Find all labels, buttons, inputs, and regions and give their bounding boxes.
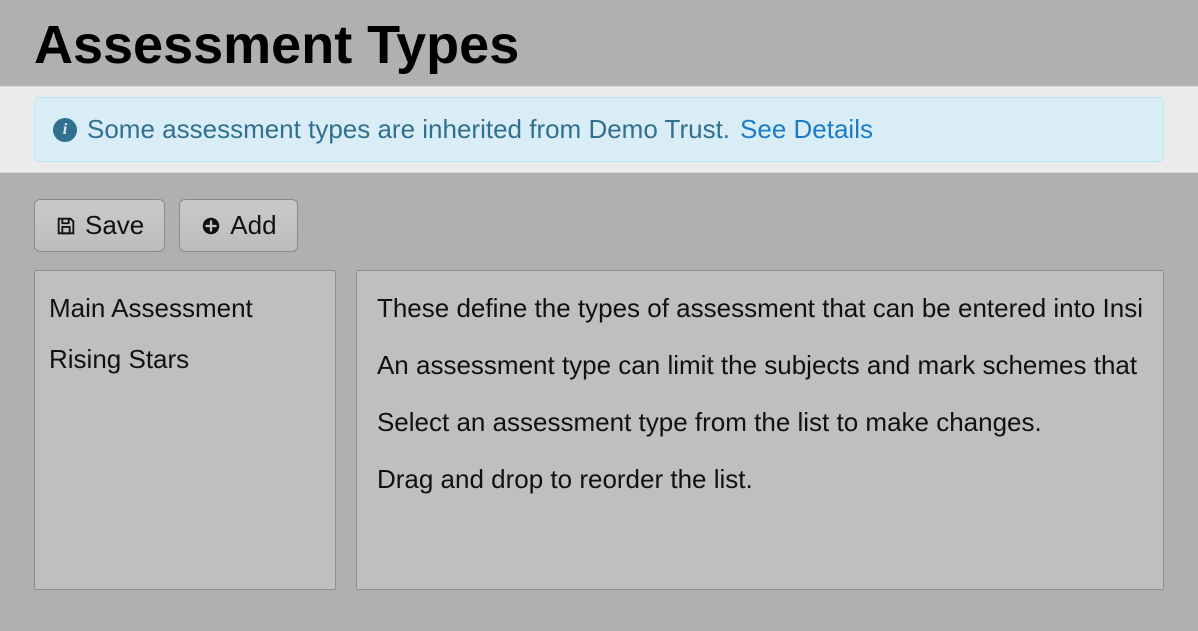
alert-region: i Some assessment types are inherited fr…: [0, 86, 1198, 173]
add-button-label: Add: [230, 210, 276, 241]
detail-text: Drag and drop to reorder the list.: [377, 464, 1143, 495]
list-item[interactable]: Main Assessment: [49, 283, 321, 334]
detail-text: These define the types of assessment tha…: [377, 293, 1143, 324]
list-item[interactable]: Rising Stars: [49, 334, 321, 385]
alert-text: Some assessment types are inherited from…: [87, 114, 730, 145]
plus-circle-icon: [200, 215, 222, 237]
content-row: Main Assessment Rising Stars These defin…: [0, 270, 1198, 590]
toolbar: Save Add: [0, 173, 1198, 270]
info-icon: i: [53, 118, 77, 142]
add-button[interactable]: Add: [179, 199, 297, 252]
assessment-type-list: Main Assessment Rising Stars: [34, 270, 336, 590]
info-alert: i Some assessment types are inherited fr…: [34, 97, 1164, 162]
save-button[interactable]: Save: [34, 199, 165, 252]
save-icon: [55, 215, 77, 237]
see-details-link[interactable]: See Details: [740, 114, 873, 145]
detail-panel: These define the types of assessment tha…: [356, 270, 1164, 590]
page-title: Assessment Types: [0, 0, 1198, 86]
save-button-label: Save: [85, 210, 144, 241]
detail-text: Select an assessment type from the list …: [377, 407, 1143, 438]
detail-text: An assessment type can limit the subject…: [377, 350, 1143, 381]
